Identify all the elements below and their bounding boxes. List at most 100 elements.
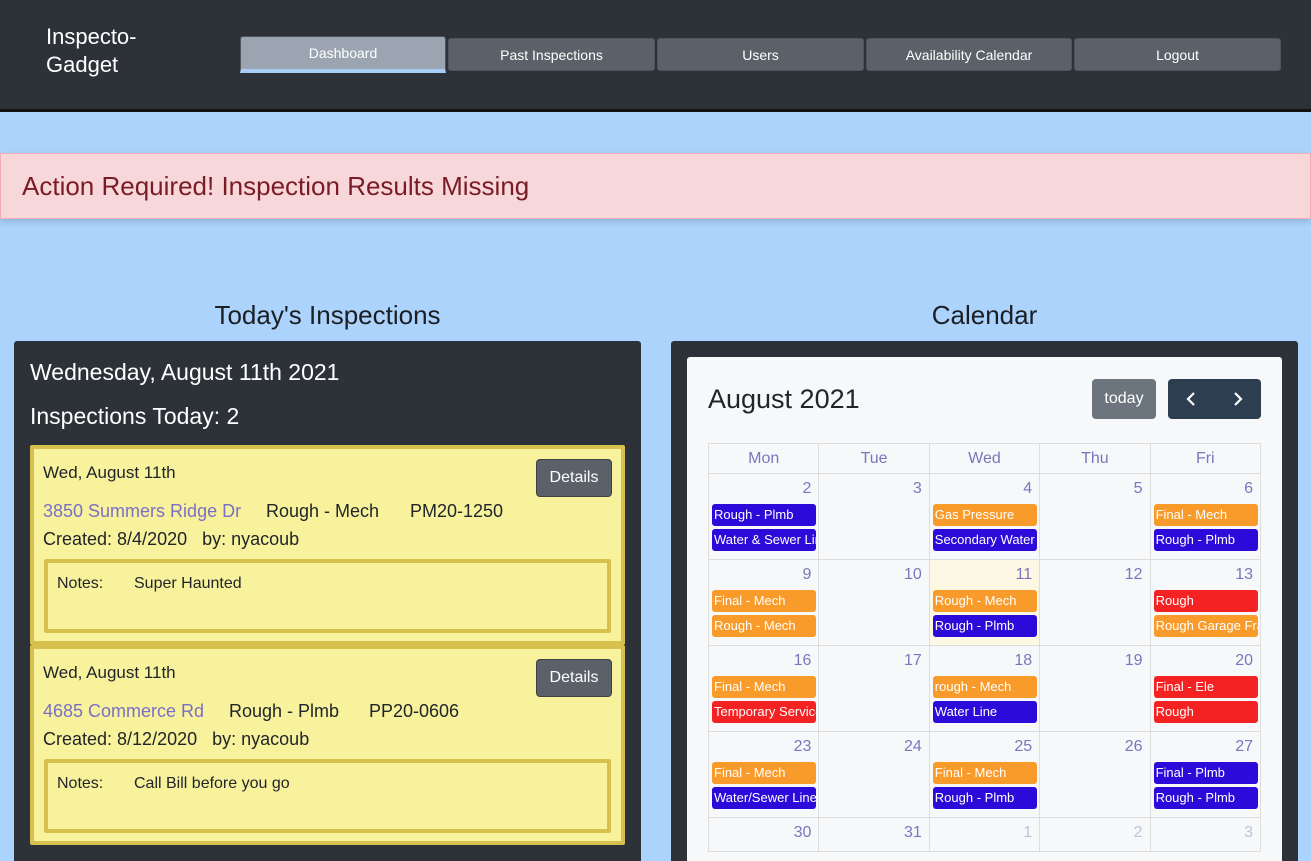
calendar-event[interactable]: Final - Ele: [1153, 676, 1258, 698]
nav-logout[interactable]: Logout: [1074, 38, 1281, 71]
day-number[interactable]: 3: [1151, 818, 1260, 848]
chevron-left-icon[interactable]: [1168, 379, 1215, 419]
calendar-day-cell[interactable]: 4 Gas Pressure Secondary Water: [928, 473, 1041, 560]
notes-box: Notes: Super Haunted: [44, 559, 611, 633]
day-number[interactable]: 27: [1151, 732, 1260, 762]
calendar-day-cell[interactable]: 18 rough - Mech Water Line: [928, 645, 1041, 732]
permit-number: PP20-0606: [369, 701, 460, 721]
day-number[interactable]: 31: [819, 818, 928, 848]
calendar-event[interactable]: Rough - Mech: [712, 615, 817, 637]
day-number[interactable]: 3: [819, 474, 928, 504]
calendar-event[interactable]: Rough Garage Framing: [1153, 615, 1258, 637]
calendar-event[interactable]: Rough - Plmb: [712, 504, 817, 526]
day-number[interactable]: 10: [819, 560, 928, 590]
calendar-month-title: August 2021: [708, 384, 860, 414]
calendar-day-cell[interactable]: 9 Final - Mech Rough - Mech: [707, 559, 820, 646]
day-number[interactable]: 20: [1151, 646, 1260, 676]
day-number[interactable]: 16: [709, 646, 818, 676]
day-number[interactable]: 4: [930, 474, 1039, 504]
day-number[interactable]: 30: [709, 818, 818, 848]
day-number[interactable]: 2: [709, 474, 818, 504]
calendar-event[interactable]: Final - Mech: [712, 762, 817, 784]
inspection-type: Rough - Plmb: [229, 701, 340, 721]
day-number[interactable]: 1: [930, 818, 1039, 848]
calendar-event[interactable]: Temporary Service: [712, 701, 817, 723]
calendar-day-cell[interactable]: 27 Final - Plmb Rough - Plmb: [1149, 731, 1262, 818]
day-number[interactable]: 5: [1040, 474, 1149, 504]
calendar-event[interactable]: Rough - Plmb: [932, 615, 1038, 637]
calendar-day-cell[interactable]: 25 Final - Mech Rough - Plmb: [928, 731, 1041, 818]
calendar-event[interactable]: Rough: [1153, 701, 1258, 723]
weekday-header: Mon: [707, 443, 820, 474]
day-number[interactable]: 2: [1040, 818, 1149, 848]
details-button[interactable]: Details: [536, 459, 612, 497]
calendar-event[interactable]: Rough: [1153, 590, 1258, 612]
chevron-right-icon[interactable]: [1215, 379, 1262, 419]
calendar-day-cell[interactable]: 6 Final - Mech Rough - Plmb: [1149, 473, 1262, 560]
calendar-day-cell[interactable]: 13Rough Rough Garage Framing: [1149, 559, 1262, 646]
todays-inspections-panel: Wednesday, August 11th 2021 Inspections …: [14, 341, 641, 861]
nav-dashboard[interactable]: Dashboard: [240, 36, 446, 73]
day-number[interactable]: 19: [1040, 646, 1149, 676]
calendar-event[interactable]: Final - Plmb: [1153, 762, 1258, 784]
calendar-day-cell[interactable]: 2: [1039, 817, 1151, 852]
calendar-event[interactable]: Rough - Plmb: [1153, 787, 1258, 809]
calendar-day-cell[interactable]: 17: [818, 645, 930, 732]
day-number[interactable]: 23: [709, 732, 818, 762]
calendar-day-cell[interactable]: 24: [818, 731, 930, 818]
day-number[interactable]: 11: [930, 560, 1039, 590]
nav-past-inspections[interactable]: Past Inspections: [448, 38, 655, 71]
calendar-event[interactable]: rough - Mech: [932, 676, 1038, 698]
calendar-event[interactable]: Final - Mech: [712, 676, 817, 698]
day-number[interactable]: 25: [930, 732, 1039, 762]
weekday-header: Fri: [1149, 443, 1262, 474]
nav-availability-calendar[interactable]: Availability Calendar: [866, 38, 1072, 71]
calendar-event[interactable]: Final - Mech: [712, 590, 817, 612]
calendar-event[interactable]: Rough - Mech: [932, 590, 1038, 612]
day-number[interactable]: 6: [1151, 474, 1260, 504]
details-button[interactable]: Details: [536, 659, 612, 697]
inspection-address-link[interactable]: 3850 Summers Ridge Dr: [43, 501, 241, 522]
calendar-day-cell[interactable]: 12: [1039, 559, 1151, 646]
calendar-day-cell[interactable]: 23 Final - Mech Water/Sewer Line: [707, 731, 820, 818]
calendar-day-cell[interactable]: 16 Final - Mech Temporary Service: [707, 645, 820, 732]
today-button[interactable]: today: [1092, 379, 1156, 419]
calendar-day-cell[interactable]: 30: [707, 817, 820, 852]
calendar-day-cell[interactable]: 20 Final - Ele Rough: [1149, 645, 1262, 732]
calendar-event[interactable]: Gas Pressure: [932, 504, 1038, 526]
calendar-day-cell[interactable]: 11 Rough - Mech Rough - Plmb: [928, 559, 1041, 646]
calendar-event[interactable]: Secondary Water: [932, 529, 1038, 551]
notes-label: Notes:: [57, 775, 104, 792]
calendar-event[interactable]: Rough - Plmb: [1153, 529, 1258, 551]
calendar-event[interactable]: Water Line: [932, 701, 1038, 723]
day-number[interactable]: 18: [930, 646, 1039, 676]
calendar-day-cell[interactable]: 3: [818, 473, 930, 560]
inspection-address-link[interactable]: 4685 Commerce Rd: [43, 701, 204, 722]
calendar-event[interactable]: Rough - Plmb: [932, 787, 1038, 809]
calendar-day-cell[interactable]: 2Rough - Plmb Water & Sewer Line: [707, 473, 820, 560]
day-number[interactable]: 17: [819, 646, 928, 676]
calendar-day-cell[interactable]: 1: [928, 817, 1041, 852]
calendar-event[interactable]: Water/Sewer Line: [712, 787, 817, 809]
calendar-event[interactable]: Final - Mech: [1153, 504, 1258, 526]
calendar-event[interactable]: Water & Sewer Line: [712, 529, 817, 551]
day-number[interactable]: 13: [1151, 560, 1260, 590]
created-info: Created: 8/12/2020 by: nyacoub: [43, 729, 309, 750]
day-number[interactable]: 26: [1040, 732, 1149, 762]
calendar-day-cell[interactable]: 26: [1039, 731, 1151, 818]
nav-users[interactable]: Users: [657, 38, 864, 71]
day-number[interactable]: 12: [1040, 560, 1149, 590]
calendar-day-cell[interactable]: 31: [818, 817, 930, 852]
calendar-day-cell[interactable]: 5: [1039, 473, 1151, 560]
inspection-date: Wed, August 11th: [43, 663, 176, 682]
inspection-card: Wed, August 11th Details 3850 Summers Ri…: [30, 445, 625, 645]
calendar-day-cell[interactable]: 19: [1039, 645, 1151, 732]
calendar-week-row: 23 Final - Mech Water/Sewer Line 24 25 Final …: [707, 731, 1262, 818]
day-number[interactable]: 9: [709, 560, 818, 590]
calendar-event[interactable]: Final - Mech: [932, 762, 1038, 784]
calendar-day-cell[interactable]: 3: [1149, 817, 1262, 852]
day-number[interactable]: 24: [819, 732, 928, 762]
calendar-day-cell[interactable]: 10: [818, 559, 930, 646]
brand-logo[interactable]: Inspecto-Gadget: [46, 23, 196, 79]
notes-text: Super Haunted: [134, 575, 242, 592]
